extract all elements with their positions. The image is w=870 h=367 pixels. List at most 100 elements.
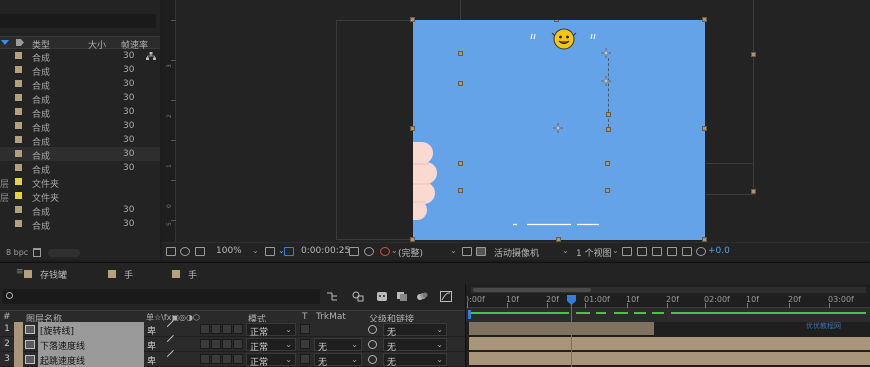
label-swatch[interactable] <box>15 150 22 157</box>
shy-switch-icon[interactable]: 卑 <box>147 339 156 352</box>
column-trkmat[interactable]: TrkMat <box>316 312 346 322</box>
time-navigator-handle[interactable] <box>473 288 591 292</box>
layer-switch-box[interactable] <box>222 339 232 349</box>
transform-handle[interactable] <box>605 188 610 193</box>
transform-handle[interactable] <box>458 51 463 56</box>
label-swatch[interactable] <box>15 192 22 199</box>
layer-row[interactable]: 1 [旋转线] 卑 正常 ⌄ 无 ⌄ <box>0 319 465 338</box>
label-tag-icon[interactable] <box>16 39 24 46</box>
transform-handle[interactable] <box>702 17 707 22</box>
trkmat-dropdown[interactable]: 无 ⌄ <box>314 338 362 353</box>
label-swatch[interactable] <box>14 337 23 352</box>
layer-switch-box[interactable] <box>211 339 221 349</box>
time-navigator[interactable] <box>471 287 866 293</box>
trash-icon[interactable] <box>33 248 41 257</box>
layer-switch-box[interactable] <box>222 324 232 334</box>
project-item-row[interactable]: 合成 30 <box>0 105 160 120</box>
transform-handle[interactable] <box>410 126 415 131</box>
camera-dropdown[interactable]: 活动摄像机 <box>494 246 539 259</box>
layer-switch-box[interactable] <box>200 324 210 334</box>
sort-arrow-icon[interactable] <box>1 40 9 45</box>
transform-handle[interactable] <box>410 17 415 22</box>
fast-previews-icon[interactable] <box>652 247 662 256</box>
timeline-graph-area[interactable]: ):00f 10f 20f 01:00f 10f 20f 02:00f 10f 20f 03:00… <box>465 284 870 367</box>
transform-handle[interactable] <box>702 126 707 131</box>
label-swatch[interactable] <box>14 322 23 337</box>
quality-switch-icon[interactable] <box>166 349 180 363</box>
draft-3d-icon[interactable] <box>637 247 647 256</box>
flowchart-icon[interactable] <box>682 247 692 256</box>
layer-name[interactable]: 下落速度线 <box>38 337 144 352</box>
show-snapshot-icon[interactable] <box>364 247 374 256</box>
layer-name[interactable]: [旋转线] <box>38 322 144 337</box>
layer-name[interactable]: 起跳速度线 <box>38 352 144 367</box>
project-item-row[interactable]: 合成 30 <box>0 91 160 106</box>
label-swatch[interactable] <box>15 52 22 59</box>
viewer-canvas[interactable] <box>176 0 870 242</box>
anchor-point-icon[interactable] <box>601 48 611 58</box>
project-item-row[interactable]: 合成 30 <box>0 203 160 218</box>
exposure-reset-icon[interactable] <box>696 247 706 256</box>
motion-blur-icon[interactable] <box>416 291 428 302</box>
transparency-grid-icon[interactable] <box>476 247 486 256</box>
frame-blending-icon[interactable] <box>396 291 408 302</box>
transform-handle[interactable] <box>751 189 756 194</box>
bit-depth-button[interactable]: 8 bpc <box>6 248 28 257</box>
quality-switch-icon[interactable] <box>166 334 180 348</box>
layer-switch-box[interactable] <box>200 339 210 349</box>
grid-guides-icon[interactable] <box>265 247 275 256</box>
parent-dropdown[interactable]: 无 ⌄ <box>383 323 447 338</box>
layer-switch-box[interactable] <box>211 354 221 364</box>
anchor-point-icon[interactable] <box>601 76 611 86</box>
preserve-transparency-box[interactable] <box>300 354 310 364</box>
layer-search-input[interactable] <box>2 289 320 304</box>
vr-goggles-icon[interactable] <box>195 247 205 256</box>
preserve-transparency-box[interactable] <box>300 324 310 334</box>
transform-handle[interactable] <box>458 161 463 166</box>
hand-graphic[interactable] <box>413 142 439 222</box>
project-item-row[interactable]: 合成 30 <box>0 161 160 176</box>
tab-comp-hand[interactable]: 手 <box>172 268 232 282</box>
chevron-down-icon[interactable]: ⌄ <box>612 246 619 255</box>
label-swatch[interactable] <box>15 178 22 185</box>
chevron-down-icon[interactable]: ⌄ <box>252 246 259 255</box>
transform-handle[interactable] <box>458 81 463 86</box>
pickwhip-icon[interactable] <box>368 325 377 334</box>
label-swatch[interactable] <box>15 220 22 227</box>
label-swatch[interactable] <box>15 94 22 101</box>
trkmat-dropdown[interactable]: 无 ⌄ <box>314 353 362 367</box>
layer-switch-box[interactable] <box>222 354 232 364</box>
label-swatch[interactable] <box>15 122 22 129</box>
pixel-aspect-icon[interactable] <box>622 247 632 256</box>
resolution-dropdown[interactable]: (完整) <box>398 246 423 259</box>
draft-3d-icon[interactable] <box>352 291 364 302</box>
project-item-row[interactable]: 层文件夹 <box>0 175 160 190</box>
layer-switch-box[interactable] <box>200 354 210 364</box>
blend-mode-dropdown[interactable]: 正常 ⌄ <box>246 338 296 353</box>
project-item-row[interactable]: 合成 30 <box>0 147 160 162</box>
tab-comp-piggy-bank[interactable]: 存钱罐 <box>24 268 114 282</box>
parent-dropdown[interactable]: 无 ⌄ <box>383 353 447 367</box>
layer-switch-box[interactable] <box>233 339 243 349</box>
shy-switch-icon[interactable]: 卑 <box>147 324 156 337</box>
blend-mode-dropdown[interactable]: 正常 ⌄ <box>246 353 296 367</box>
label-swatch[interactable] <box>15 80 22 87</box>
close-icon[interactable]: ≡ <box>16 267 24 277</box>
project-item-row[interactable]: 层文件夹 <box>0 189 160 204</box>
timeline-toggle-icon[interactable] <box>667 247 677 256</box>
label-swatch[interactable] <box>15 206 22 213</box>
shy-layers-icon[interactable] <box>376 291 388 302</box>
shy-switch-icon[interactable]: 卑 <box>147 354 156 367</box>
work-area-bar[interactable] <box>466 308 870 322</box>
current-timecode[interactable]: 0:00:00:25 <box>301 246 350 256</box>
layer-duration-bar[interactable] <box>469 352 870 365</box>
transform-handle[interactable] <box>605 161 610 166</box>
layer-duration-bar[interactable] <box>469 337 870 350</box>
anchor-point-icon[interactable] <box>553 123 563 133</box>
pickwhip-icon[interactable] <box>368 355 377 364</box>
color-channel-icon[interactable] <box>380 247 390 256</box>
preview-settings-icon[interactable] <box>180 247 190 256</box>
composition-frame[interactable] <box>413 20 705 240</box>
transform-handle[interactable] <box>458 188 463 193</box>
label-swatch[interactable] <box>15 164 22 171</box>
